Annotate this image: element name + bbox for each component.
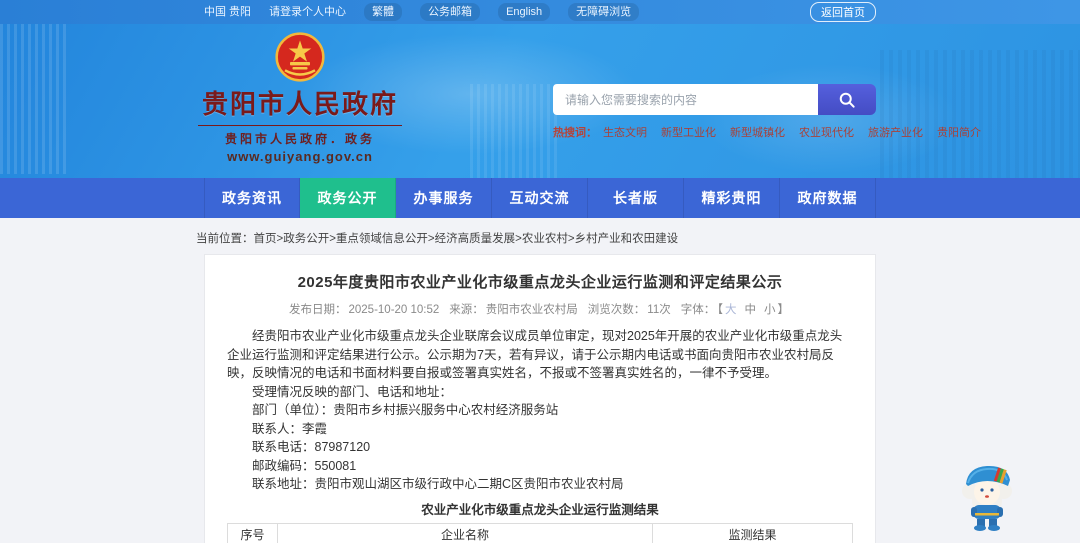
hot-search-word[interactable]: 新型工业化 (661, 127, 716, 139)
national-emblem-icon (275, 32, 325, 82)
article-body: 经贵阳市农业产业化市级重点龙头企业联席会议成员单位审定，现对2025年开展的农业… (227, 327, 853, 494)
nav-item-政务资讯[interactable]: 政务资讯 (204, 178, 300, 218)
topbar-links: 中国 贵阳 请登录个人中心 繁體 公务邮箱 English 无障碍浏览 (204, 3, 810, 21)
font-size-small-button[interactable]: 小 (764, 304, 776, 316)
search-input[interactable] (553, 84, 818, 115)
hot-search-word[interactable]: 新型城镇化 (730, 127, 785, 139)
topbar: 中国 贵阳 请登录个人中心 繁體 公务邮箱 English 无障碍浏览 返回首页 (0, 0, 1080, 24)
table-header-cell: 企业名称 (277, 522, 653, 543)
search-button[interactable] (818, 84, 876, 115)
article-paragraph: 受理情况反映的部门、电话和地址： (252, 384, 453, 399)
mascot-icon (962, 465, 1012, 531)
site-subtitle: 贵阳市人民政府．政务 (224, 132, 375, 146)
article-paragraph: 邮政编码：550081 (252, 458, 357, 473)
article-paragraph: 部门（单位）：贵阳市乡村振兴服务中心农村经济服务站 (252, 403, 559, 417)
views-label: 浏览次数： (587, 304, 646, 316)
hot-search-row: 热搜词： 生态文明 新型工业化 新型城镇化 农业现代化 旅游产业化 贵阳简介 (553, 124, 981, 140)
hot-search-word[interactable]: 生态文明 (603, 127, 647, 139)
bracket: 【 (717, 304, 723, 316)
search-icon (839, 92, 855, 108)
site-logo[interactable]: 贵阳市人民政府 贵阳市人民政府．政务 www.guiyang.gov.cn (194, 32, 406, 164)
font-size-label: 字体： (680, 304, 716, 316)
logo-divider (198, 125, 402, 126)
article-paragraph: 经贵阳市农业产业化市级重点龙头企业联席会议成员单位审定，现对2025年开展的农业… (227, 329, 843, 380)
topbar-link[interactable]: 中国 贵阳 (204, 4, 251, 20)
topbar-link[interactable]: 请登录个人中心 (269, 4, 346, 20)
nav-item-精彩贵阳[interactable]: 精彩贵阳 (684, 178, 780, 218)
article-card: 2025年度贵阳市农业产业化市级重点龙头企业运行监测和评定结果公示 发布日期： 2… (204, 254, 876, 543)
nav-item-政务公开[interactable]: 政务公开 (300, 178, 396, 218)
table-header-cell: 监测结果 (652, 522, 853, 543)
table-header-cell: 序号 (227, 522, 278, 543)
search-area: 热搜词： 生态文明 新型工业化 新型城镇化 农业现代化 旅游产业化 贵阳简介 (553, 84, 981, 140)
hot-search-word[interactable]: 农业现代化 (799, 127, 854, 139)
site-url: www.guiyang.gov.cn (227, 149, 373, 164)
site-name: 贵阳市人民政府 (201, 89, 398, 119)
hot-search-label: 热搜词： (553, 127, 597, 139)
publish-date-label: 发布日期： (288, 304, 347, 316)
font-size-medium-button[interactable]: 中 (745, 304, 757, 316)
breadcrumb-path[interactable]: 首页>政务公开>重点领域信息公开>经济高质量发展>农业农村>乡村产业和农田建设 (254, 233, 679, 245)
font-size-large-button[interactable]: 大 (725, 304, 737, 316)
city-silhouette (880, 50, 1080, 178)
views: 11次 (647, 304, 671, 316)
breadcrumb: 当前位置：首页>政务公开>重点领域信息公开>经济高质量发展>农业农村>乡村产业和… (196, 230, 876, 246)
city-silhouette (0, 24, 70, 174)
bracket: 】 (777, 304, 790, 316)
source: 贵阳市农业农村局 (485, 304, 578, 316)
hot-search-word[interactable]: 贵阳简介 (937, 127, 981, 139)
publish-date: 2025-10-20 10:52 (348, 304, 440, 316)
topbar-link[interactable]: English (498, 3, 551, 21)
nav-item-政府数据[interactable]: 政府数据 (780, 178, 876, 218)
back-home-button[interactable]: 返回首页 (810, 2, 876, 22)
header-banner: 贵阳市人民政府 贵阳市人民政府．政务 www.guiyang.gov.cn 热搜… (0, 24, 1080, 178)
article-meta: 发布日期： 2025-10-20 10:52 来源： 贵阳市农业农村局 浏览次数： 11次… (227, 301, 853, 317)
topbar-link[interactable]: 无障碍浏览 (568, 3, 640, 21)
nav-item-办事服务[interactable]: 办事服务 (396, 178, 492, 218)
breadcrumb-label: 当前位置： (196, 233, 254, 245)
nav-item-互动交流[interactable]: 互动交流 (492, 178, 588, 218)
page: 中国 贵阳 请登录个人中心 繁體 公务邮箱 English 无障碍浏览 返回首页 贵阳市人… (0, 0, 1080, 543)
article-paragraph: 联系电话：87987120 (252, 440, 371, 454)
results-table: 序号企业名称监测结果 1贵州合力超市采购有限公司合格2贵州友禾种业有限公司合格3… (227, 522, 853, 543)
topbar-link[interactable]: 繁體 (364, 3, 403, 21)
results-table-caption: 农业产业化市级重点龙头企业运行监测结果 (421, 502, 659, 517)
source-label: 来源： (449, 304, 484, 316)
article-title: 2025年度贵阳市农业产业化市级重点龙头企业运行监测和评定结果公示 (297, 274, 783, 291)
topbar-link[interactable]: 公务邮箱 (420, 3, 481, 21)
article-paragraph: 联系地址：贵阳市观山湖区市级行政中心二期C区贵阳市农业农村局 (252, 477, 624, 491)
hot-search-word[interactable]: 旅游产业化 (868, 127, 923, 139)
main-nav: 政务资讯 政务公开 办事服务 互动交流 长者版 精彩贵阳 政府数据 (0, 178, 1080, 218)
nav-item-长者版[interactable]: 长者版 (588, 178, 684, 218)
mascot[interactable] (958, 457, 1016, 531)
article-paragraph: 联系人：李霞 (252, 421, 328, 436)
